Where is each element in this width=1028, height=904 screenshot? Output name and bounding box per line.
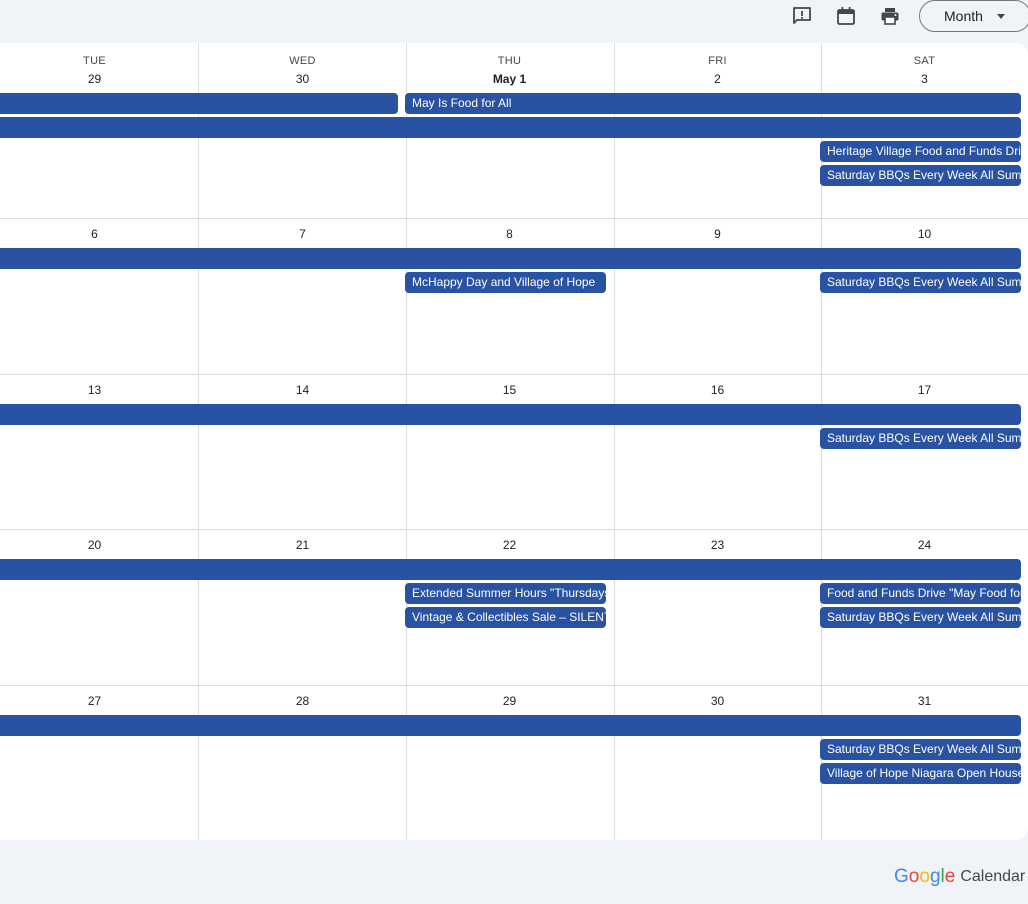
day-number[interactable]: 10 <box>821 227 1028 241</box>
event-chip[interactable]: McHappy Day and Village of Hope <box>405 272 606 293</box>
day-number[interactable]: 2 <box>614 72 821 86</box>
event-continuation-bar[interactable] <box>0 117 1021 138</box>
google-letter: o <box>908 866 920 887</box>
day-number[interactable]: 20 <box>0 538 198 552</box>
google-letter: o <box>919 866 930 887</box>
weekday-header: SAT <box>913 55 936 67</box>
day-number[interactable]: 3 <box>821 72 1028 86</box>
event-chip[interactable]: Food and Funds Drive "May Food for All" <box>820 583 1021 604</box>
row-divider <box>0 685 1028 686</box>
product-name: Calendar <box>960 868 1026 885</box>
day-number[interactable]: 7 <box>199 227 406 241</box>
print-icon[interactable] <box>878 4 902 28</box>
google-calendar-logo[interactable]: Google Calendar <box>894 866 1025 888</box>
day-number[interactable]: 22 <box>406 538 613 552</box>
event-continuation-bar[interactable] <box>0 715 1021 736</box>
chevron-down-icon <box>996 13 1005 19</box>
day-number[interactable]: 31 <box>821 694 1028 708</box>
day-number[interactable]: 14 <box>199 383 406 397</box>
row-divider <box>0 529 1028 530</box>
day-number[interactable]: 30 <box>614 694 821 708</box>
day-number[interactable]: 21 <box>199 538 406 552</box>
month-grid: TUE WED THU FRI SAT 29 30 May 1 2 3 May … <box>0 43 1028 840</box>
event-continuation-bar[interactable] <box>0 404 1021 425</box>
day-number[interactable]: 29 <box>0 72 198 86</box>
day-number[interactable]: 17 <box>821 383 1028 397</box>
day-number[interactable]: 16 <box>614 383 821 397</box>
weekday-header: WED <box>289 55 316 67</box>
event-chip[interactable]: May Is Food for All <box>405 93 1021 114</box>
event-continuation-bar[interactable] <box>0 93 398 114</box>
event-chip[interactable]: Saturday BBQs Every Week All Summer <box>820 272 1021 293</box>
day-number[interactable]: May 1 <box>406 72 613 86</box>
day-number[interactable]: 29 <box>406 694 613 708</box>
event-continuation-bar[interactable] <box>0 248 1021 269</box>
feedback-icon[interactable] <box>790 4 814 28</box>
event-continuation-bar[interactable] <box>0 559 1021 580</box>
event-chip[interactable]: Extended Summer Hours "Thursdays" <box>405 583 606 604</box>
view-switcher-label: Month <box>944 8 983 24</box>
event-chip[interactable]: Saturday BBQs Every Week All Summer <box>820 607 1021 628</box>
view-switcher-button[interactable]: Month <box>919 0 1028 32</box>
event-chip[interactable]: Heritage Village Food and Funds Drive <box>820 141 1021 162</box>
event-chip[interactable]: Saturday BBQs Every Week All Summer <box>820 165 1021 186</box>
event-chip[interactable]: Saturday BBQs Every Week All Summer <box>820 428 1021 449</box>
row-divider <box>0 218 1028 219</box>
event-chip[interactable]: Saturday BBQs Every Week All Summer <box>820 739 1021 760</box>
day-number[interactable]: 9 <box>614 227 821 241</box>
toolbar: Month <box>0 0 1028 42</box>
day-number[interactable]: 6 <box>0 227 198 241</box>
google-letter: g <box>929 866 941 887</box>
day-number[interactable]: 30 <box>199 72 406 86</box>
day-number[interactable]: 23 <box>614 538 821 552</box>
calendar-icon[interactable] <box>834 4 858 28</box>
row-divider <box>0 374 1028 375</box>
google-letter: e <box>944 866 956 887</box>
day-number[interactable]: 13 <box>0 383 198 397</box>
weekday-header: FRI <box>708 55 727 67</box>
day-number[interactable]: 27 <box>0 694 198 708</box>
google-wordmark: Google <box>894 866 955 888</box>
event-chip[interactable]: Village of Hope Niagara Open House <box>820 763 1021 784</box>
day-number[interactable]: 8 <box>406 227 613 241</box>
google-letter: G <box>894 866 909 887</box>
day-number[interactable]: 24 <box>821 538 1028 552</box>
weekday-header: THU <box>497 55 522 67</box>
weekday-header: TUE <box>83 55 106 67</box>
day-number[interactable]: 28 <box>199 694 406 708</box>
day-number[interactable]: 15 <box>406 383 613 397</box>
event-chip[interactable]: Vintage & Collectibles Sale – SILENT <box>405 607 606 628</box>
